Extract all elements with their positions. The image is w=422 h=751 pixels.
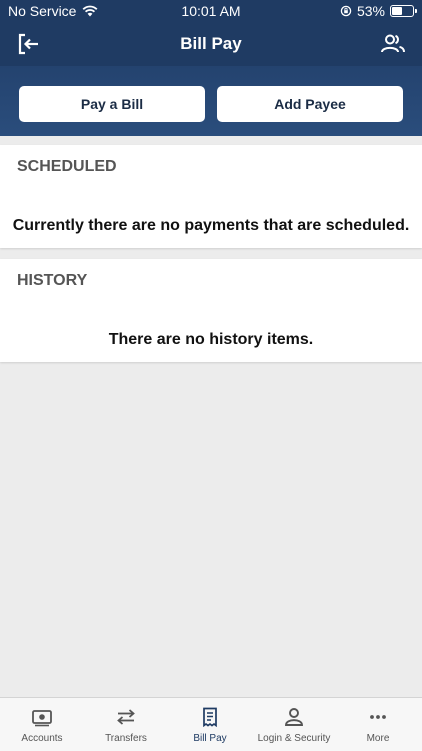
money-icon xyxy=(32,710,52,727)
tab-label: Login & Security xyxy=(257,733,331,744)
scheduled-section: SCHEDULED Currently there are no payment… xyxy=(0,145,422,248)
pay-bill-button[interactable]: Pay a Bill xyxy=(19,86,205,122)
tab-label: Bill Pay xyxy=(193,733,227,744)
battery-percent: 53% xyxy=(356,3,385,19)
history-empty-message: There are no history items. xyxy=(108,331,314,348)
scheduled-empty-message: Currently there are no payments that are… xyxy=(12,217,410,234)
tab-bill-pay[interactable]: Bill Pay xyxy=(168,698,252,751)
history-section: HISTORY There are no history items. xyxy=(0,259,422,362)
transfer-arrows-icon xyxy=(117,709,135,725)
action-bar: Pay a Bill Add Payee xyxy=(0,66,422,136)
ellipsis-icon xyxy=(370,715,386,719)
scheduled-title: SCHEDULED xyxy=(17,158,117,175)
payees-icon[interactable] xyxy=(380,32,406,56)
tab-more[interactable]: More xyxy=(336,698,420,751)
tab-transfers[interactable]: Transfers xyxy=(84,698,168,751)
tab-bar: Accounts Transfers Bill Pay Login & Secu… xyxy=(0,697,422,751)
bill-icon xyxy=(203,707,217,727)
history-title: HISTORY xyxy=(17,272,88,289)
orientation-lock-icon xyxy=(340,5,352,17)
tab-label: More xyxy=(366,733,390,744)
add-payee-button[interactable]: Add Payee xyxy=(217,86,403,122)
person-icon xyxy=(285,708,303,726)
tab-label: Transfers xyxy=(105,733,147,744)
nav-bar: Bill Pay xyxy=(0,22,422,66)
tab-label: Accounts xyxy=(21,733,63,744)
page-title: Bill Pay xyxy=(180,34,242,53)
tab-accounts[interactable]: Accounts xyxy=(0,698,84,751)
status-bar: No Service 10:01 AM 53% xyxy=(0,0,422,22)
tab-login-security[interactable]: Login & Security xyxy=(252,698,336,751)
battery-icon xyxy=(390,5,417,17)
